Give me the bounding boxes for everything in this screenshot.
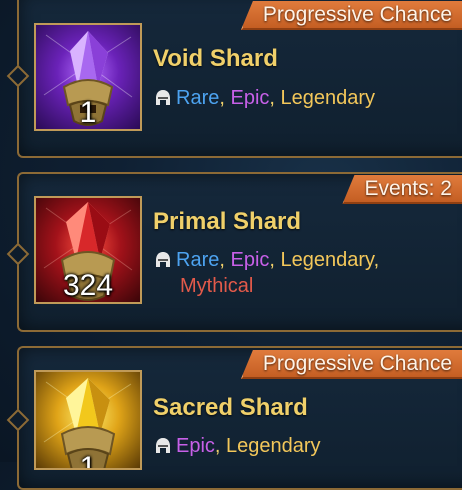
rarity-epic: Epic [230,249,270,271]
shard-count: 1 [79,451,97,470]
rarity-list: Epic, Legendary [155,433,321,462]
rarity-rare: Rare [176,249,220,271]
rarity-list: Rare, Epic, Legendary [155,85,375,114]
rarity-mythical: Mythical [180,275,254,297]
separator: , [219,87,225,109]
shard-title: Sacred Shard [153,394,308,421]
void-shard-icon[interactable]: 1 [34,23,142,131]
separator: , [269,249,275,271]
champion-helmet-icon [155,88,171,114]
rarity-legendary: Legendary [280,87,376,109]
shard-count: 324 [62,269,114,302]
rarity-legendary: Legendary [280,249,374,271]
separator: , [219,249,225,271]
shard-count: 1 [79,96,97,129]
rarity-legendary: Legendary [226,435,321,457]
events-badge: Events: 2 [342,175,462,204]
separator: , [214,435,221,457]
shard-title: Void Shard [153,45,278,72]
rarity-epic: Epic [230,87,270,109]
rarity-list: Rare, Epic, Legendary, [155,247,379,276]
progressive-chance-badge: Progressive Chance [240,350,462,379]
separator: , [269,87,275,109]
rarity-epic: Epic [176,435,215,457]
primal-shard-icon[interactable]: 324 [34,196,142,304]
rarity-rare: Rare [176,87,220,109]
champion-helmet-icon [155,250,171,276]
champion-helmet-icon [155,436,171,462]
separator: , [373,249,380,271]
sacred-shard-icon[interactable]: 1 [34,370,142,470]
shard-title: Primal Shard [153,208,302,235]
progressive-chance-badge: Progressive Chance [240,1,462,30]
